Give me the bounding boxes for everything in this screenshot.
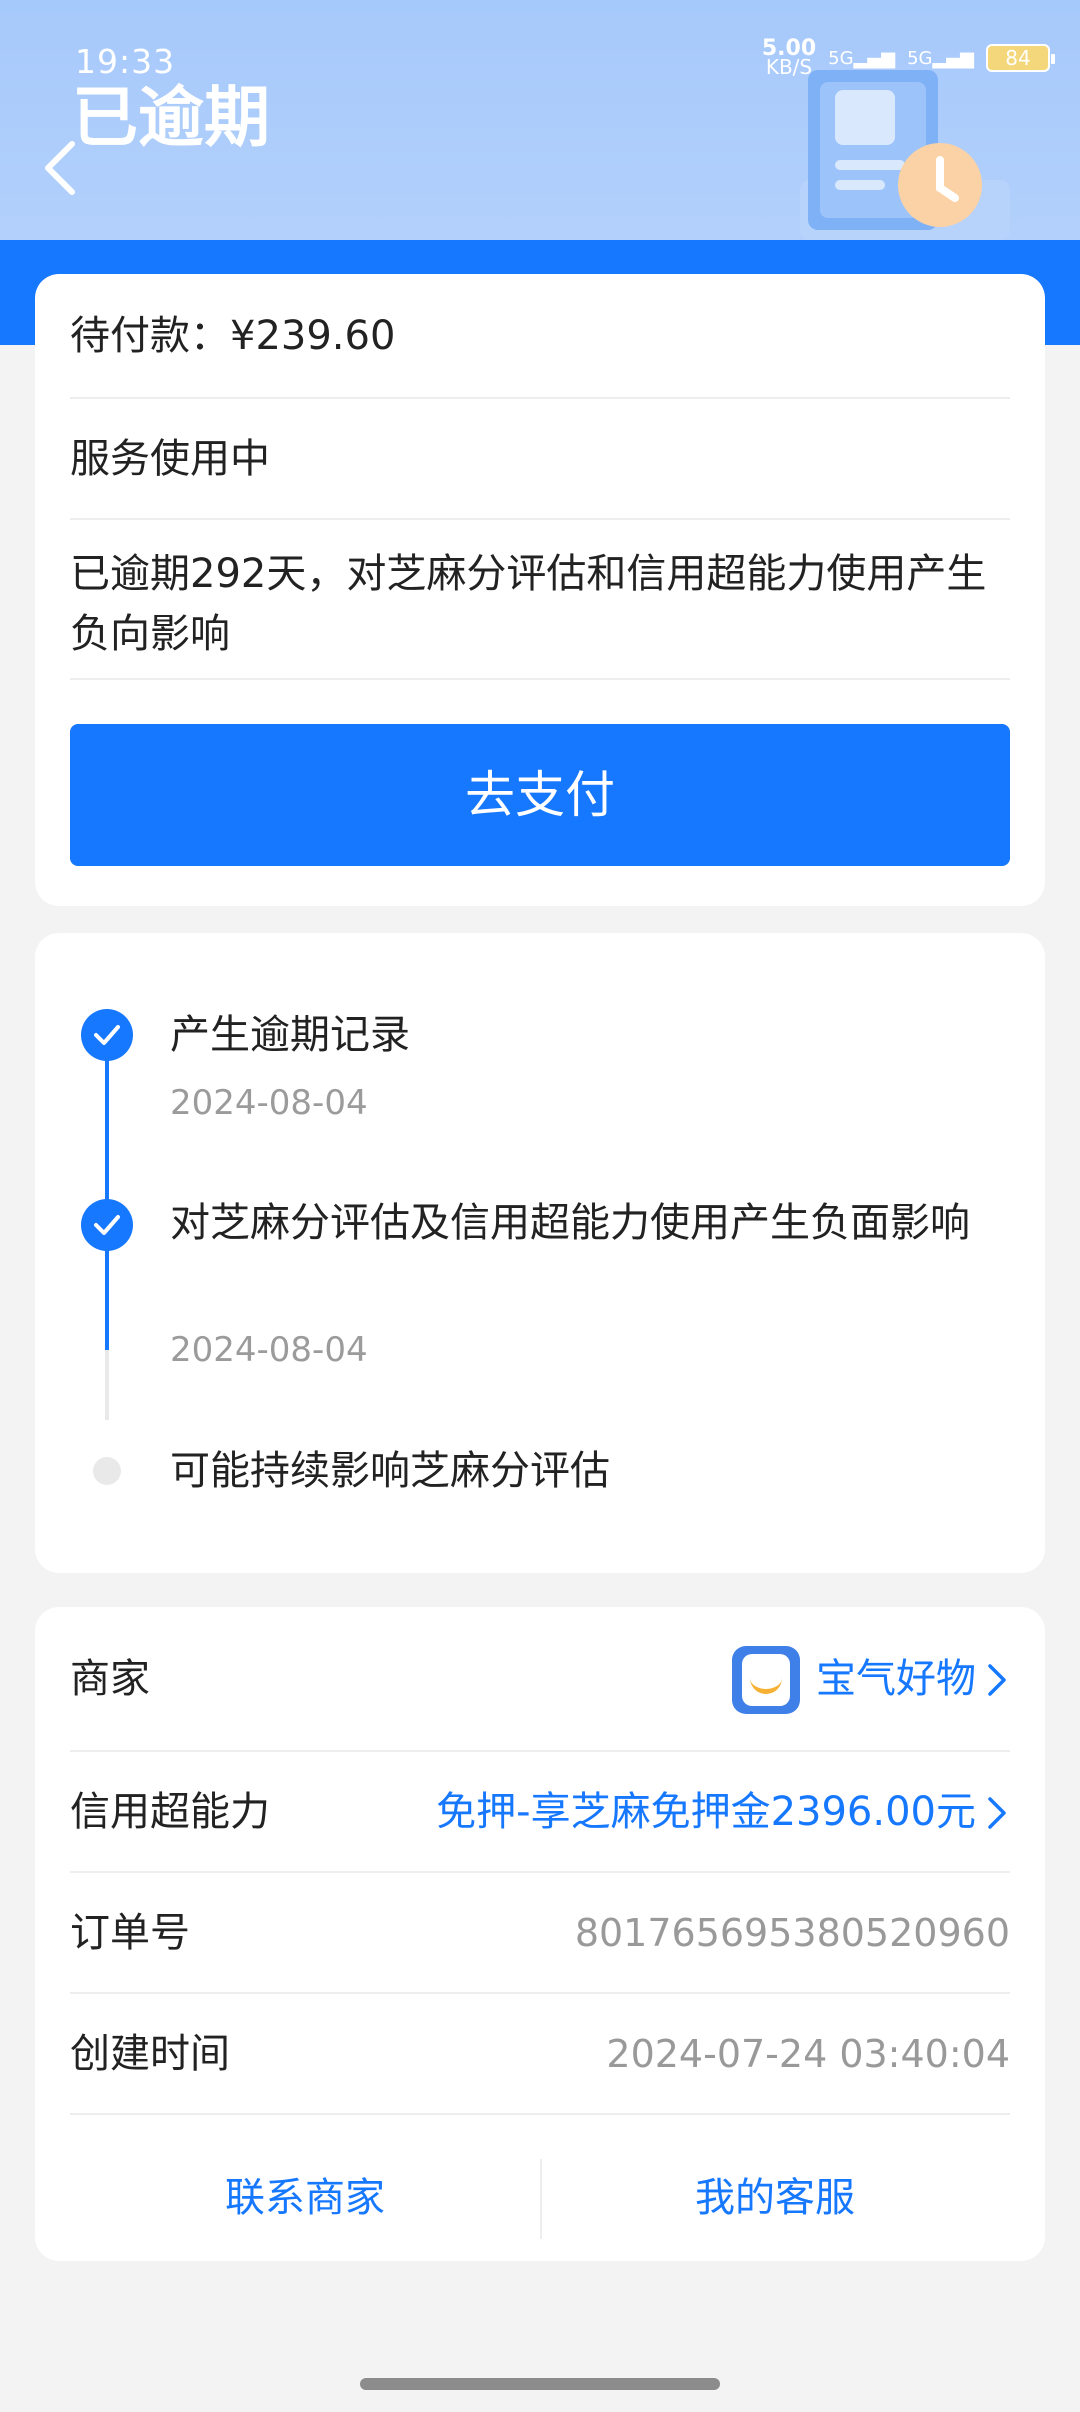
signal-icon-2: 5G▂▄▆ [907, 47, 974, 69]
timeline-step-date: 2024-08-04 [170, 1083, 368, 1123]
order-value: 801765695380520960 [574, 1911, 1010, 1955]
overdue-notice: 已逾期292天，对芝麻分评估和信用超能力使用产生负向影响 [70, 520, 1010, 680]
merchant-logo-icon [732, 1645, 800, 1714]
signal-label-2: 5G [907, 47, 933, 69]
back-chevron-icon[interactable] [36, 138, 86, 198]
page-title: 已逾期 [72, 79, 270, 156]
network-speed-unit: KB/S [765, 55, 813, 79]
pending-dot-icon [93, 1457, 121, 1485]
timeline-pending-line [105, 1350, 109, 1420]
merchant-link[interactable]: 宝气好物 [732, 1607, 1010, 1752]
network-speed: 5.00 KB/S [762, 38, 816, 79]
merchant-name: 宝气好物 [816, 1656, 976, 1702]
my-service-button[interactable]: 我的客服 [540, 2135, 1010, 2261]
chevron-right-icon [988, 1796, 1006, 1829]
signal-label-1: 5G [828, 47, 854, 69]
actions-divider [540, 2159, 542, 2239]
credit-label: 信用超能力 [70, 1789, 270, 1835]
pay-button[interactable]: 去支付 [70, 724, 1010, 866]
home-indicator[interactable] [360, 2378, 720, 2390]
merchant-label: 商家 [70, 1656, 150, 1702]
timeline-step-date: 2024-08-04 [170, 1330, 368, 1370]
check-icon [81, 1009, 133, 1061]
battery-level: 84 [1005, 46, 1031, 70]
order-details-card: 商家 宝气好物 信用超能力 免押-享芝麻免押金2396.00元 订单号 8017… [35, 1607, 1045, 2261]
payment-card: 待付款：¥239.60 服务使用中 已逾期292天，对芝麻分评估和信用超能力使用… [35, 274, 1045, 906]
contact-merchant-button[interactable]: 联系商家 [70, 2135, 540, 2261]
check-icon [81, 1199, 133, 1251]
service-status: 服务使用中 [70, 399, 1010, 520]
order-label: 订单号 [70, 1910, 190, 1956]
timeline-card: 产生逾期记录 2024-08-04 对芝麻分评估及信用超能力使用产生负面影响 2… [35, 933, 1045, 1573]
amount-due: 待付款：¥239.60 [70, 274, 1010, 399]
created-value: 2024-07-24 03:40:04 [606, 2032, 1010, 2076]
credit-row[interactable]: 信用超能力 免押-享芝麻免押金2396.00元 [70, 1752, 1010, 1873]
created-time-row: 创建时间 2024-07-24 03:40:04 [70, 1994, 1010, 2115]
timeline-step-title: 产生逾期记录 [170, 1012, 410, 1058]
credit-value: 免押-享芝麻免押金2396.00元 [436, 1789, 976, 1835]
timeline-step-title: 可能持续影响芝麻分评估 [170, 1448, 610, 1494]
chevron-right-icon [988, 1663, 1006, 1696]
created-label: 创建时间 [70, 2031, 230, 2077]
battery-icon: 84 [986, 44, 1055, 72]
document-clock-illustration [800, 70, 1010, 240]
signal-icon: 5G▂▄▆ [828, 47, 896, 69]
credit-link[interactable]: 免押-享芝麻免押金2396.00元 [436, 1752, 1010, 1873]
merchant-row[interactable]: 商家 宝气好物 [70, 1607, 1010, 1752]
order-number-row: 订单号 801765695380520960 [70, 1873, 1010, 1994]
status-bar-right: 5.00 KB/S 5G▂▄▆ 5G▂▄▆ 84 [762, 38, 1055, 79]
timeline-step-title: 对芝麻分评估及信用超能力使用产生负面影响 [170, 1200, 970, 1246]
